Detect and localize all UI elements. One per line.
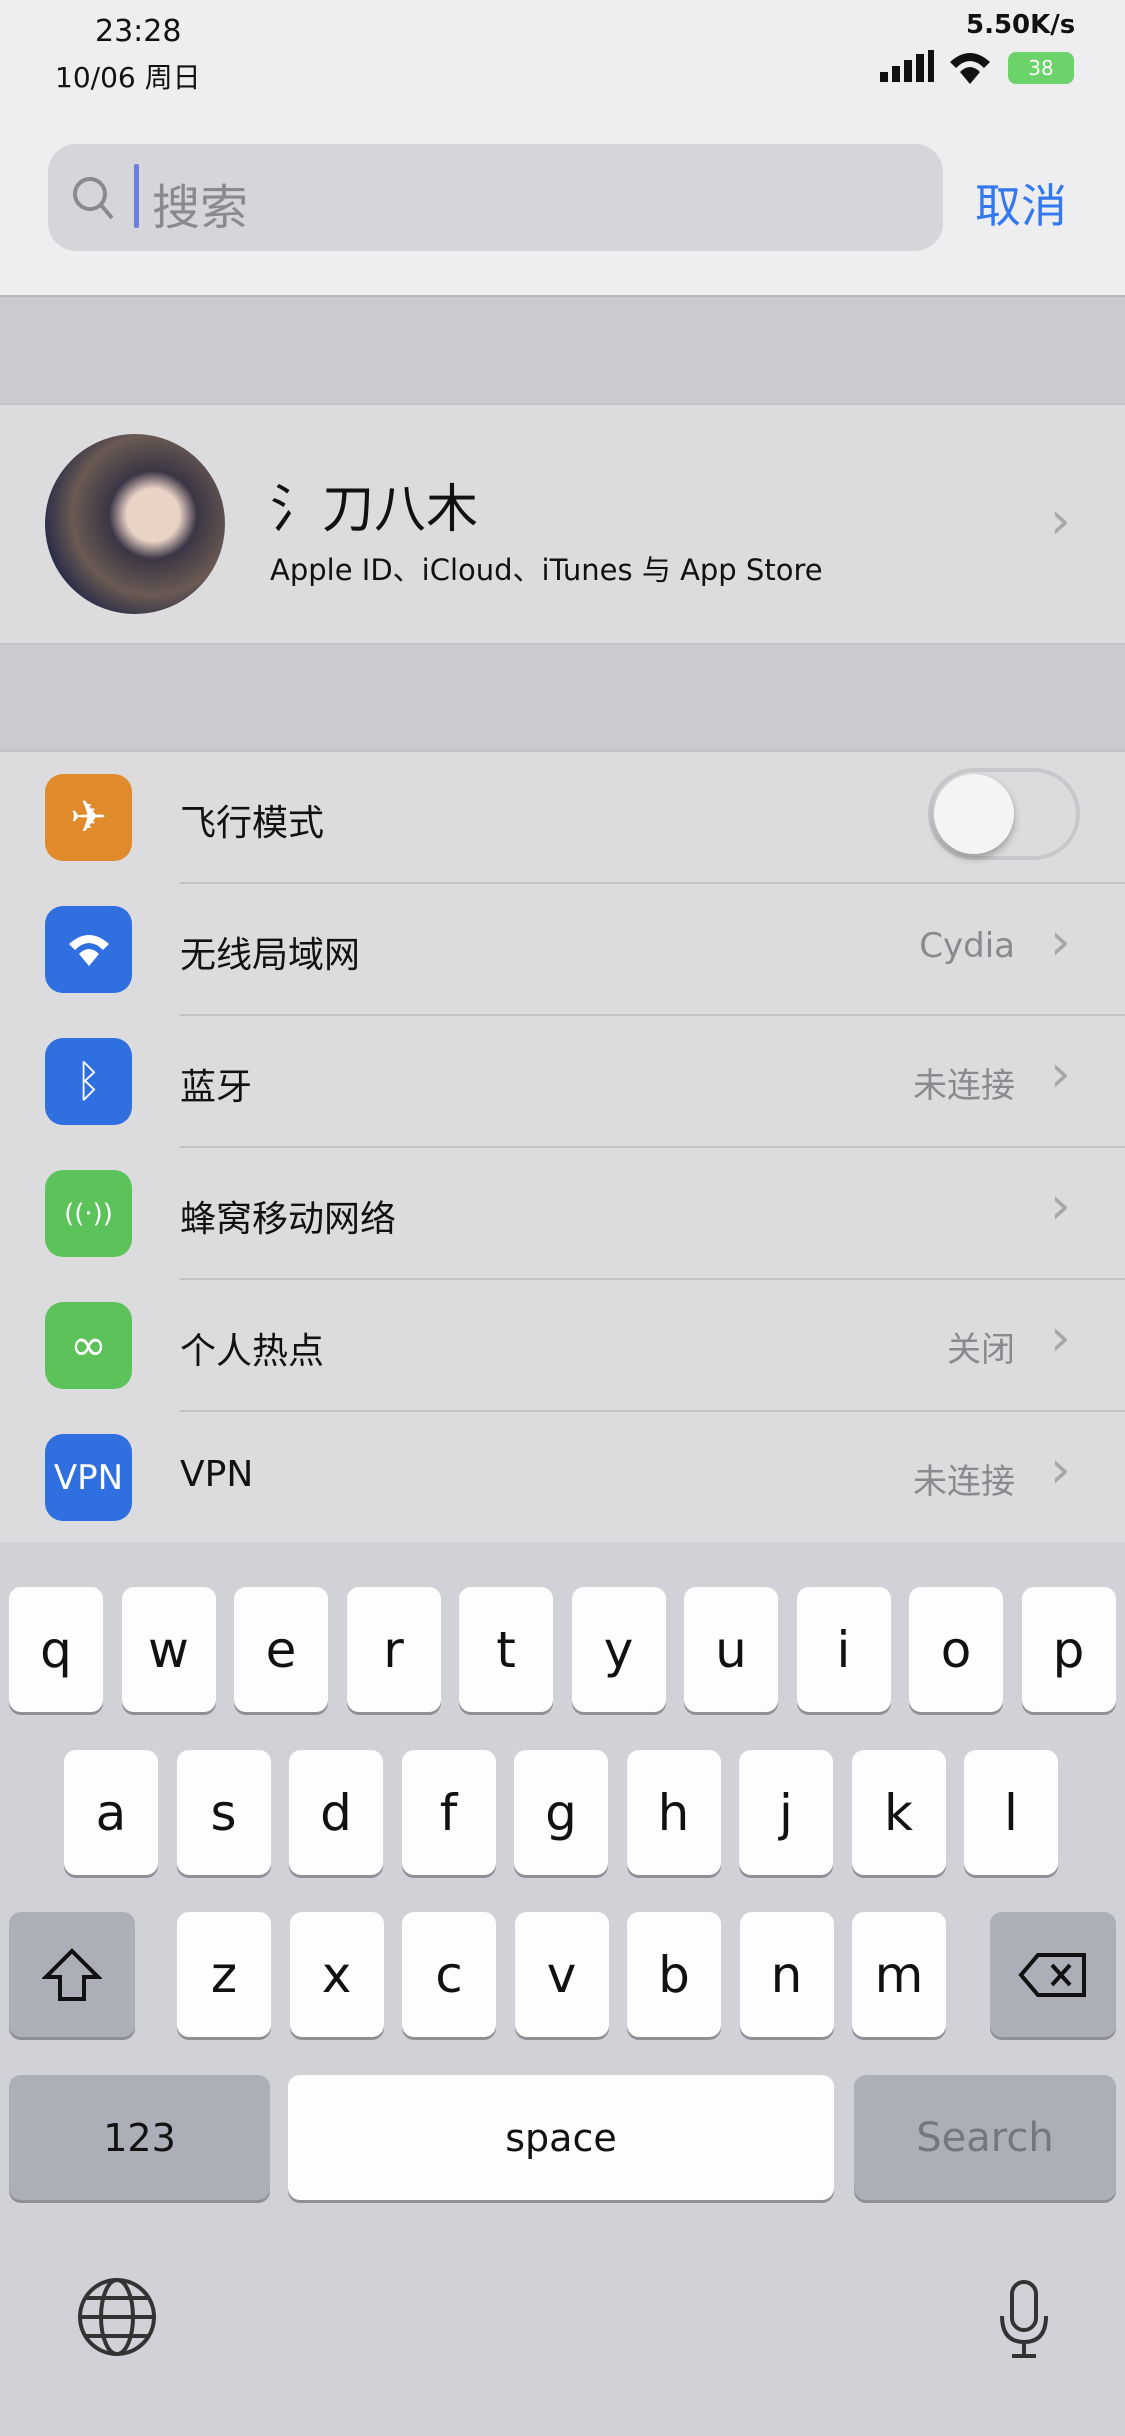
key-p[interactable]: p bbox=[1021, 1587, 1116, 1712]
top-bar: 23:28 10/06 周日 5.50K/s 38 搜索 取消 bbox=[0, 0, 1125, 297]
key-k[interactable]: k bbox=[851, 1750, 946, 1875]
key-y[interactable]: y bbox=[571, 1587, 666, 1712]
key-m[interactable]: m bbox=[852, 1912, 946, 2037]
settings-row-value: 关闭 bbox=[947, 1330, 1015, 1370]
key-g[interactable]: g bbox=[514, 1750, 608, 1875]
key-x[interactable]: x bbox=[289, 1912, 384, 2037]
key-t[interactable]: t bbox=[459, 1587, 553, 1712]
key-s[interactable]: s bbox=[176, 1750, 271, 1875]
key-o[interactable]: o bbox=[909, 1587, 1003, 1712]
key-a[interactable]: a bbox=[64, 1750, 158, 1875]
space-key[interactable]: space bbox=[288, 2075, 834, 2200]
numbers-key[interactable]: 123 bbox=[9, 2075, 270, 2200]
key-i[interactable]: i bbox=[796, 1587, 891, 1712]
shift-key[interactable] bbox=[9, 1912, 135, 2037]
key-q[interactable]: q bbox=[9, 1587, 103, 1712]
key-h[interactable]: h bbox=[626, 1750, 721, 1875]
profile-name: 氵刀八木 bbox=[270, 480, 479, 540]
search-input[interactable]: 搜索 bbox=[48, 144, 943, 251]
battery-icon: 38 bbox=[1008, 52, 1074, 84]
profile-subtitle: Apple ID、iCloud、iTunes 与 App Store bbox=[270, 553, 823, 587]
bluetooth-icon: ᛒ bbox=[45, 1038, 132, 1125]
cellular-icon: ((·)) bbox=[45, 1170, 132, 1257]
key-r[interactable]: r bbox=[346, 1587, 441, 1712]
signal-icon bbox=[880, 50, 934, 82]
wifi-icon bbox=[45, 906, 132, 993]
chevron-right-icon: › bbox=[1050, 1308, 1071, 1368]
keyboard: q w e r t y u i o p a s d f g h j k l z x c v b n m 123 space Search bbox=[0, 1542, 1125, 2436]
chevron-right-icon: › bbox=[1050, 491, 1071, 551]
key-f[interactable]: f bbox=[401, 1750, 496, 1875]
settings-row-value: 未连接 bbox=[913, 1066, 1015, 1106]
settings-row[interactable]: ((·)) 蜂窝移动网络 › bbox=[0, 1148, 1125, 1280]
settings-row-label: 飞行模式 bbox=[180, 803, 325, 844]
profile-cell[interactable]: 氵刀八木 Apple ID、iCloud、iTunes 与 App Store … bbox=[0, 403, 1125, 645]
settings-row[interactable]: ᛒ 蓝牙 未连接 › bbox=[0, 1016, 1125, 1148]
settings-list: ✈ 飞行模式 无线局域网 Cydia › ᛒ 蓝牙 未连接 › ((·)) 蜂窝移动网络 › ∞ 个人热点… bbox=[0, 750, 1125, 1542]
search-key[interactable]: Search bbox=[854, 2075, 1116, 2200]
status-date: 10/06 周日 bbox=[55, 61, 201, 94]
hotspot-icon: ∞ bbox=[45, 1302, 132, 1389]
settings-row-label: 无线局域网 bbox=[180, 935, 361, 976]
delete-key[interactable] bbox=[990, 1912, 1116, 2037]
settings-row-label: 蓝牙 bbox=[180, 1067, 253, 1108]
section-gap bbox=[0, 297, 1125, 403]
chevron-right-icon: › bbox=[1050, 1044, 1071, 1104]
globe-icon[interactable] bbox=[76, 2276, 158, 2362]
chevron-right-icon: › bbox=[1050, 912, 1071, 972]
settings-row-label: 个人热点 bbox=[180, 1331, 325, 1372]
airplane-mode-toggle[interactable] bbox=[928, 768, 1080, 860]
key-u[interactable]: u bbox=[684, 1587, 778, 1712]
key-e[interactable]: e bbox=[234, 1587, 328, 1712]
settings-row[interactable]: ∞ 个人热点 关闭 › bbox=[0, 1280, 1125, 1412]
delete-icon bbox=[1018, 1952, 1086, 1997]
key-c[interactable]: c bbox=[402, 1912, 496, 2037]
chevron-right-icon: › bbox=[1050, 1176, 1071, 1236]
settings-row[interactable]: 无线局域网 Cydia › bbox=[0, 884, 1125, 1016]
chevron-right-icon: › bbox=[1050, 1440, 1071, 1500]
microphone-icon[interactable] bbox=[996, 2280, 1052, 2364]
key-v[interactable]: v bbox=[514, 1912, 609, 2037]
key-z[interactable]: z bbox=[177, 1912, 271, 2037]
settings-row-value: 未连接 bbox=[913, 1462, 1015, 1502]
settings-row[interactable]: VPN VPN 未连接 › bbox=[0, 1412, 1125, 1544]
avatar bbox=[45, 434, 225, 614]
toggle-knob bbox=[934, 774, 1014, 854]
shift-icon bbox=[42, 1947, 102, 2001]
key-n[interactable]: n bbox=[739, 1912, 834, 2037]
key-d[interactable]: d bbox=[289, 1750, 383, 1875]
cancel-button[interactable]: 取消 bbox=[975, 170, 1067, 236]
search-placeholder: 搜索 bbox=[152, 180, 249, 236]
key-w[interactable]: w bbox=[121, 1587, 216, 1712]
status-time: 23:28 bbox=[95, 14, 182, 49]
wifi-status-icon bbox=[950, 53, 990, 84]
settings-row-label: 蜂窝移动网络 bbox=[180, 1199, 397, 1240]
settings-row-label: VPN bbox=[180, 1454, 254, 1495]
key-l[interactable]: l bbox=[964, 1750, 1058, 1875]
key-b[interactable]: b bbox=[627, 1912, 721, 2037]
network-speed: 5.50K/s bbox=[966, 10, 1076, 40]
settings-row-value: Cydia bbox=[919, 926, 1015, 966]
vpn-icon: VPN bbox=[45, 1434, 132, 1521]
section-gap bbox=[0, 645, 1125, 750]
text-cursor bbox=[134, 164, 139, 228]
key-j[interactable]: j bbox=[739, 1750, 833, 1875]
search-icon bbox=[73, 177, 114, 220]
airplane-icon: ✈ bbox=[45, 774, 132, 861]
